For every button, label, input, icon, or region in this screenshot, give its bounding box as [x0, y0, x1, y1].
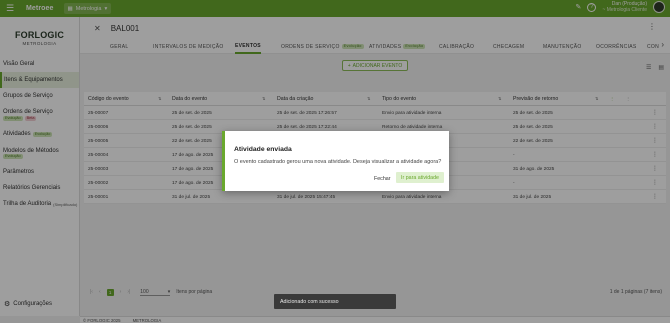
toast-message: Adicionado com sucesso	[280, 298, 339, 305]
close-button[interactable]: Fechar	[371, 174, 394, 184]
dialog-message: O evento cadastrado gerou uma nova ativi…	[234, 159, 442, 165]
dialog-title: Atividade enviada	[234, 146, 292, 153]
success-toast: Adicionado com sucesso	[274, 294, 396, 309]
go-to-activity-button[interactable]: Ir para atividade	[396, 172, 444, 183]
activity-sent-dialog: Atividade enviada O evento cadastrado ge…	[222, 131, 449, 191]
